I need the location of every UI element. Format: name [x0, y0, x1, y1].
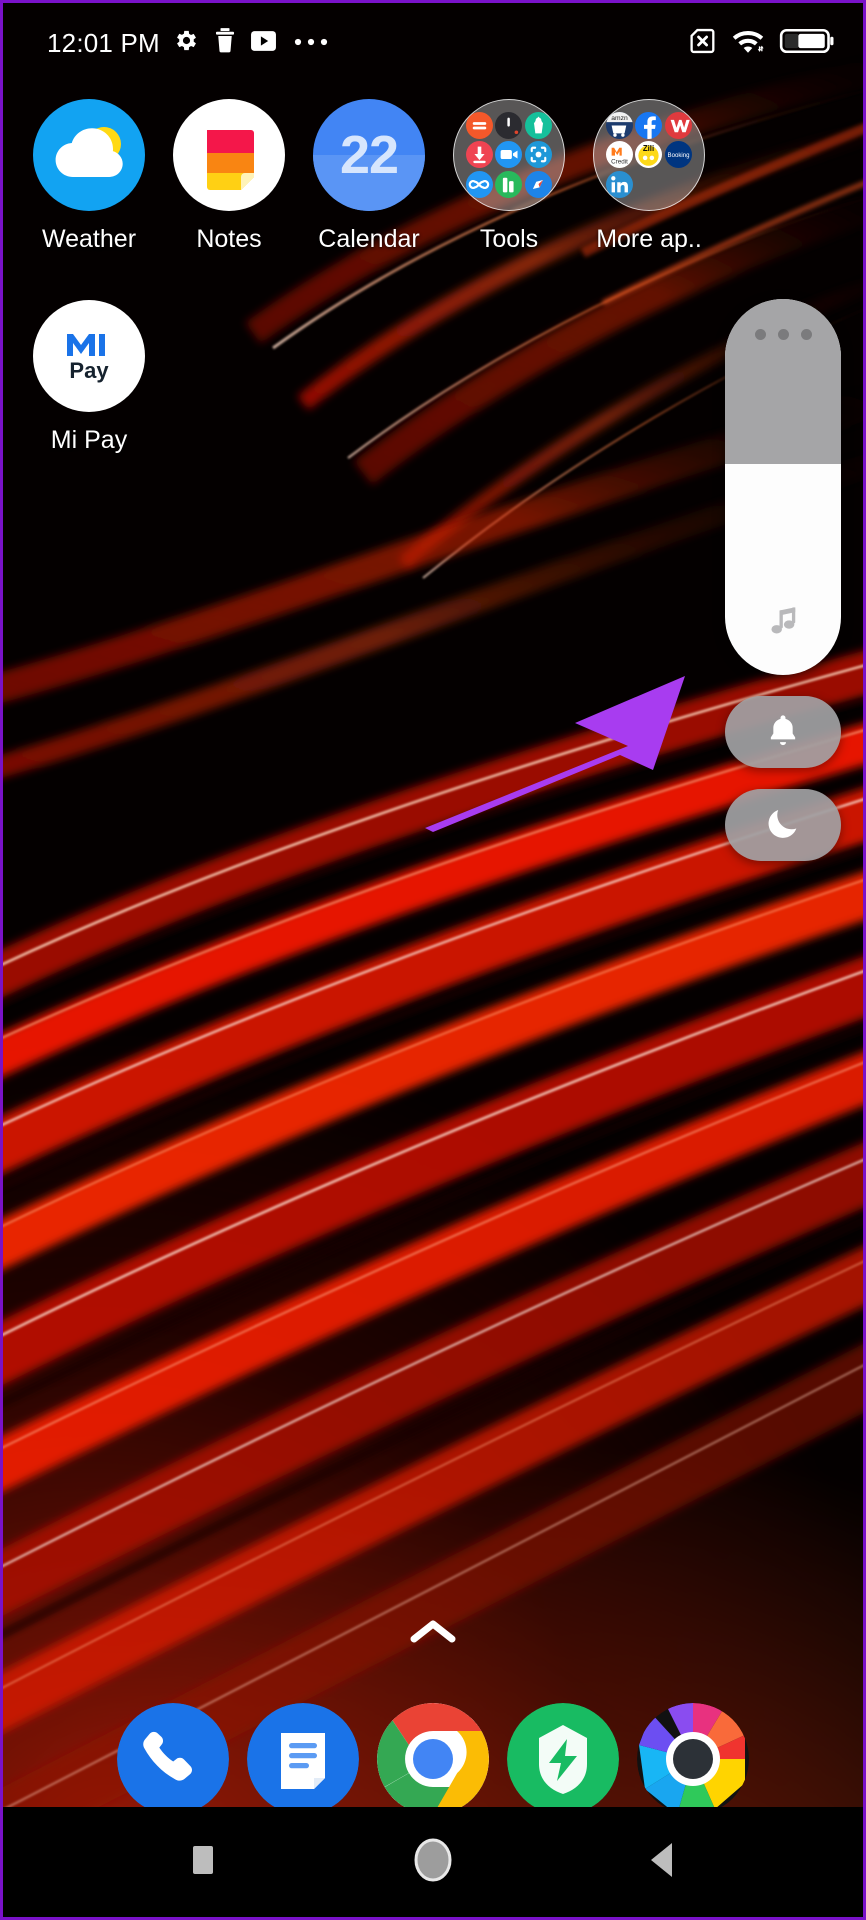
app-weather[interactable]: Weather — [24, 99, 155, 254]
app-notes[interactable]: Notes — [164, 99, 295, 254]
svg-text:Zili: Zili — [643, 145, 654, 154]
tools-folder-icon[interactable] — [453, 99, 565, 211]
folder-more-apps[interactable]: amzn Credit Zili Booking More ap.. — [584, 99, 715, 254]
weather-icon[interactable] — [33, 99, 145, 211]
circle-icon — [411, 1836, 455, 1889]
mini-measure-icon — [495, 170, 523, 198]
battery-level-text: 67 — [799, 33, 815, 49]
volume-slider-track-empty — [725, 299, 841, 465]
mini-knob-icon — [495, 112, 523, 140]
volume-panel — [725, 299, 841, 861]
status-bar: 12:01 PM 67 — [3, 3, 863, 83]
music-note-icon — [725, 599, 841, 641]
chevron-up-icon[interactable] — [406, 1615, 460, 1654]
mini-empty-slot — [665, 171, 692, 198]
mini-linkedin-icon — [606, 170, 634, 198]
more-dots-icon[interactable] — [725, 329, 841, 340]
notes-icon[interactable] — [173, 99, 285, 211]
mini-infinity-icon — [466, 170, 494, 198]
svg-text:Pay: Pay — [69, 358, 109, 383]
battery-icon: 67 — [779, 27, 835, 60]
do-not-disturb-button[interactable] — [725, 789, 841, 861]
annotation-arrow — [423, 643, 723, 838]
status-clock: 12:01 PM — [47, 27, 160, 58]
mini-facebook-icon — [635, 112, 663, 140]
mini-scanner-icon — [524, 141, 552, 169]
mini-downloader-icon — [466, 141, 494, 169]
mini-booking-icon: Booking — [664, 141, 692, 169]
home-button[interactable] — [318, 1807, 548, 1917]
svg-text:Booking: Booking — [667, 153, 689, 159]
app-mi-pay[interactable]: Pay Mi Pay — [24, 300, 155, 455]
gear-icon — [173, 27, 200, 59]
svg-text:amzn: amzn — [611, 115, 628, 122]
moon-icon — [763, 803, 803, 848]
wifi-icon — [731, 26, 765, 61]
calendar-icon[interactable]: 22 — [313, 99, 425, 211]
mini-amazon-icon: amzn — [606, 112, 634, 140]
mini-screen-recorder-icon — [495, 141, 523, 169]
app-label: Mi Pay — [50, 426, 128, 454]
ring-mode-button[interactable] — [725, 696, 841, 768]
media-volume-slider[interactable] — [725, 299, 841, 675]
phone-screen: 12:01 PM 67 Weather Notes 22 Calendar To… — [0, 0, 866, 1920]
sim-card-x-icon — [687, 26, 717, 61]
back-button[interactable] — [548, 1807, 778, 1917]
app-label: More ap.. — [596, 225, 702, 253]
recents-button[interactable] — [88, 1807, 318, 1917]
mini-calculator-icon — [466, 112, 494, 140]
app-calendar[interactable]: 22 Calendar — [304, 99, 435, 254]
mini-empty-slot — [635, 171, 662, 198]
gallery-app[interactable] — [637, 1703, 749, 1815]
phone-app[interactable] — [117, 1703, 229, 1815]
mini-wps-icon — [664, 112, 692, 140]
app-label: Weather — [41, 225, 137, 253]
security-app[interactable] — [507, 1703, 619, 1815]
app-label: Tools — [479, 225, 539, 253]
app-label: Notes — [196, 225, 262, 253]
trash-icon — [213, 27, 237, 59]
mini-zili-icon: Zili — [635, 141, 663, 169]
more-apps-folder-icon[interactable]: amzn Credit Zili Booking — [593, 99, 705, 211]
app-drawer-indicator[interactable] — [3, 1615, 863, 1654]
app-row-1: Weather Notes 22 Calendar Tools amzn Cre… — [3, 99, 863, 254]
youtube-icon — [250, 29, 277, 58]
bell-icon — [763, 710, 803, 755]
mini-mi-credit-icon: Credit — [606, 141, 634, 169]
triangle-left-icon — [646, 1840, 680, 1885]
mi-pay-icon[interactable]: Pay — [33, 300, 145, 412]
svg-text:Credit: Credit — [611, 159, 628, 166]
mini-flashlight-icon — [524, 112, 552, 140]
messages-app[interactable] — [247, 1703, 359, 1815]
folder-tools[interactable]: Tools — [444, 99, 575, 254]
square-icon — [190, 1843, 216, 1882]
dock — [3, 1703, 863, 1815]
chrome-app[interactable] — [377, 1703, 489, 1815]
calendar-date: 22 — [339, 125, 399, 185]
mini-compass-icon — [524, 170, 552, 198]
app-label: Calendar — [318, 225, 420, 253]
more-dots-icon — [294, 34, 328, 52]
navigation-bar — [3, 1807, 863, 1917]
